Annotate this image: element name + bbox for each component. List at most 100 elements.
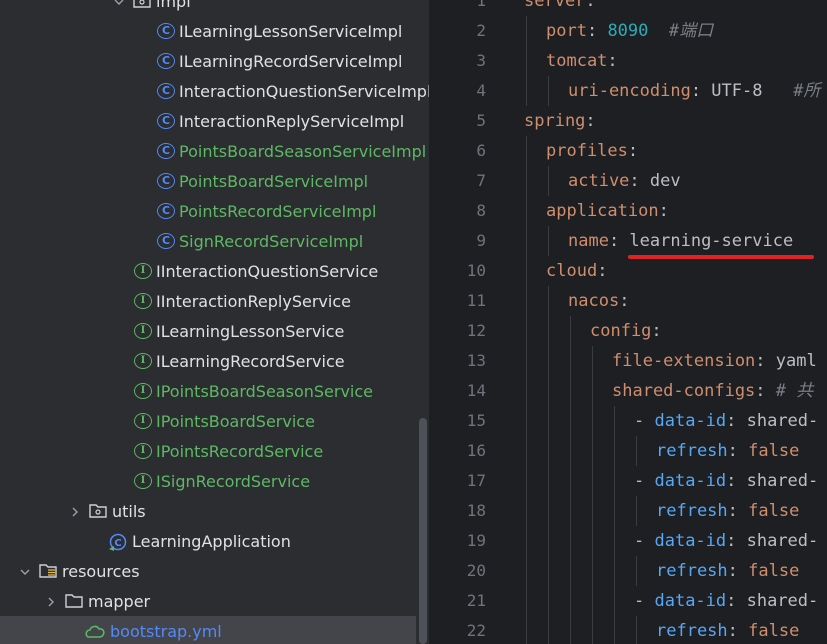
indent-guide bbox=[526, 76, 527, 106]
line-number: 3 bbox=[476, 51, 486, 70]
tree-item-label: resources bbox=[62, 561, 140, 581]
tree-scrollbar[interactable] bbox=[419, 418, 427, 644]
tree-item[interactable]: mapper bbox=[0, 586, 416, 616]
tree-item[interactable]: bootstrap.yml bbox=[0, 616, 416, 644]
code-text: - bbox=[634, 411, 655, 431]
code-line[interactable]: refresh: false bbox=[656, 616, 799, 644]
package-folder-icon bbox=[132, 0, 152, 10]
code-line[interactable]: application: bbox=[546, 196, 669, 226]
code-key: active bbox=[568, 171, 630, 191]
chevron-down-icon[interactable] bbox=[112, 0, 126, 8]
code-key: refresh bbox=[656, 561, 728, 581]
indent-guide bbox=[526, 526, 527, 556]
code-text: : learning-service bbox=[608, 231, 794, 251]
tree-item-label: impl bbox=[156, 0, 191, 11]
code-line[interactable]: - data-id: shared- bbox=[634, 586, 818, 616]
code-line[interactable]: server: bbox=[524, 0, 596, 16]
tree-item-label: bootstrap.yml bbox=[110, 621, 222, 641]
chevron-right-icon[interactable] bbox=[44, 594, 58, 608]
tree-item[interactable]: I ILearningLessonService bbox=[0, 316, 416, 346]
indent-guide bbox=[592, 406, 593, 436]
tree-item[interactable]: C LearningApplication bbox=[0, 526, 416, 556]
indent-guide bbox=[570, 436, 571, 466]
line-number: 12 bbox=[466, 321, 486, 340]
tree-item-label: ILearningLessonServiceImpl bbox=[179, 21, 403, 41]
tree-item[interactable]: C SignRecordServiceImpl bbox=[0, 226, 416, 256]
indent-guide bbox=[592, 526, 593, 556]
indent-guide bbox=[526, 556, 527, 586]
tree-item[interactable]: resources bbox=[0, 556, 416, 586]
code-line[interactable]: profiles: bbox=[546, 136, 638, 166]
tree-item[interactable]: I IInteractionReplyService bbox=[0, 286, 416, 316]
code-line[interactable]: port: 8090 #端口 bbox=[546, 16, 713, 46]
code-key: data-id bbox=[654, 471, 727, 491]
code-line[interactable]: config: bbox=[590, 316, 662, 346]
indent-guide bbox=[548, 226, 549, 256]
line-number: 9 bbox=[476, 231, 486, 250]
tree-item[interactable]: I IInteractionQuestionService bbox=[0, 256, 416, 286]
code-line[interactable]: file-extension: yaml bbox=[612, 346, 817, 376]
tree-item[interactable]: impl bbox=[0, 0, 416, 16]
tree-item[interactable]: C InteractionReplyServiceImpl bbox=[0, 106, 416, 136]
tree-item[interactable]: C ILearningRecordServiceImpl bbox=[0, 46, 416, 76]
code-text: : bbox=[607, 51, 618, 71]
indent-guide bbox=[592, 556, 593, 586]
code-line[interactable]: refresh: false bbox=[656, 436, 799, 466]
code-line[interactable]: - data-id: shared- bbox=[634, 466, 818, 496]
code-line[interactable]: spring: bbox=[524, 106, 596, 136]
class-icon: C bbox=[157, 203, 175, 219]
tree-item[interactable]: C InteractionQuestionServiceImpl bbox=[0, 76, 430, 106]
red-annotation-underline bbox=[628, 255, 814, 259]
tree-item[interactable]: I ISignRecordService bbox=[0, 466, 416, 496]
tree-item[interactable]: C PointsRecordServiceImpl bbox=[0, 196, 416, 226]
code-line[interactable]: shared-configs: # 共 bbox=[612, 376, 813, 406]
yaml-editor[interactable]: 1 2 3 4 5 6 7 8 9 10 11 12 13 14 15 16 17 18 19 20 21 22 serv… bbox=[430, 0, 827, 644]
code-line[interactable]: active: dev bbox=[568, 166, 681, 196]
code-text: : bbox=[651, 321, 662, 341]
code-line[interactable]: cloud: bbox=[546, 256, 607, 286]
code-line[interactable]: - data-id: shared- bbox=[634, 526, 818, 556]
chevron-down-icon[interactable] bbox=[18, 564, 32, 578]
tree-item[interactable]: I ILearningRecordService bbox=[0, 346, 416, 376]
tree-item[interactable]: C PointsBoardServiceImpl bbox=[0, 166, 416, 196]
code-line[interactable]: refresh: false bbox=[656, 496, 799, 526]
tree-item[interactable]: I IPointsRecordService bbox=[0, 436, 416, 466]
indent-guide bbox=[636, 436, 637, 466]
code-key: refresh bbox=[656, 441, 728, 461]
folder-icon bbox=[64, 592, 84, 610]
code-key: data-id bbox=[654, 411, 727, 431]
code-text: : bbox=[727, 561, 749, 581]
indent-guide bbox=[570, 586, 571, 616]
code-text: : shared- bbox=[726, 471, 819, 491]
tree-item[interactable]: C PointsBoardSeasonServiceImpl bbox=[0, 136, 426, 166]
indent-guide bbox=[526, 346, 527, 376]
code-text: - bbox=[634, 591, 655, 611]
indent-guide bbox=[592, 346, 593, 376]
code-line[interactable]: refresh: false bbox=[656, 556, 799, 586]
chevron-right-icon[interactable] bbox=[68, 504, 82, 518]
code-key: shared-configs bbox=[612, 381, 756, 401]
interface-icon: I bbox=[134, 323, 152, 339]
tree-item[interactable]: I IPointsBoardService bbox=[0, 406, 416, 436]
indent-guide bbox=[548, 316, 549, 346]
code-line[interactable]: tomcat: bbox=[546, 46, 618, 76]
indent-guide bbox=[548, 76, 549, 106]
project-tree-panel: impl C ILearningLessonServiceImpl C ILearnin… bbox=[0, 0, 430, 644]
package-folder-icon bbox=[88, 502, 108, 520]
code-key: false bbox=[748, 561, 800, 581]
code-key: false bbox=[748, 441, 800, 461]
indent-guide bbox=[548, 436, 549, 466]
code-line[interactable]: nacos: bbox=[568, 286, 629, 316]
tree-item-label: utils bbox=[112, 501, 146, 521]
code-line[interactable]: - data-id: shared- bbox=[634, 406, 818, 436]
code-key: file-extension bbox=[612, 351, 756, 371]
tree-item[interactable]: I IPointsBoardSeasonService bbox=[0, 376, 416, 406]
code-line[interactable]: uri-encoding: UTF-8 #所 bbox=[568, 76, 820, 106]
indent-guide bbox=[526, 196, 527, 226]
tree-item[interactable]: C ILearningLessonServiceImpl bbox=[0, 16, 416, 46]
tree-item[interactable]: utils bbox=[0, 496, 416, 526]
line-number: 2 bbox=[476, 21, 486, 40]
code-line[interactable]: name: learning-service bbox=[568, 226, 793, 256]
tree-item-label: mapper bbox=[88, 591, 151, 611]
indent-guide bbox=[570, 316, 571, 346]
